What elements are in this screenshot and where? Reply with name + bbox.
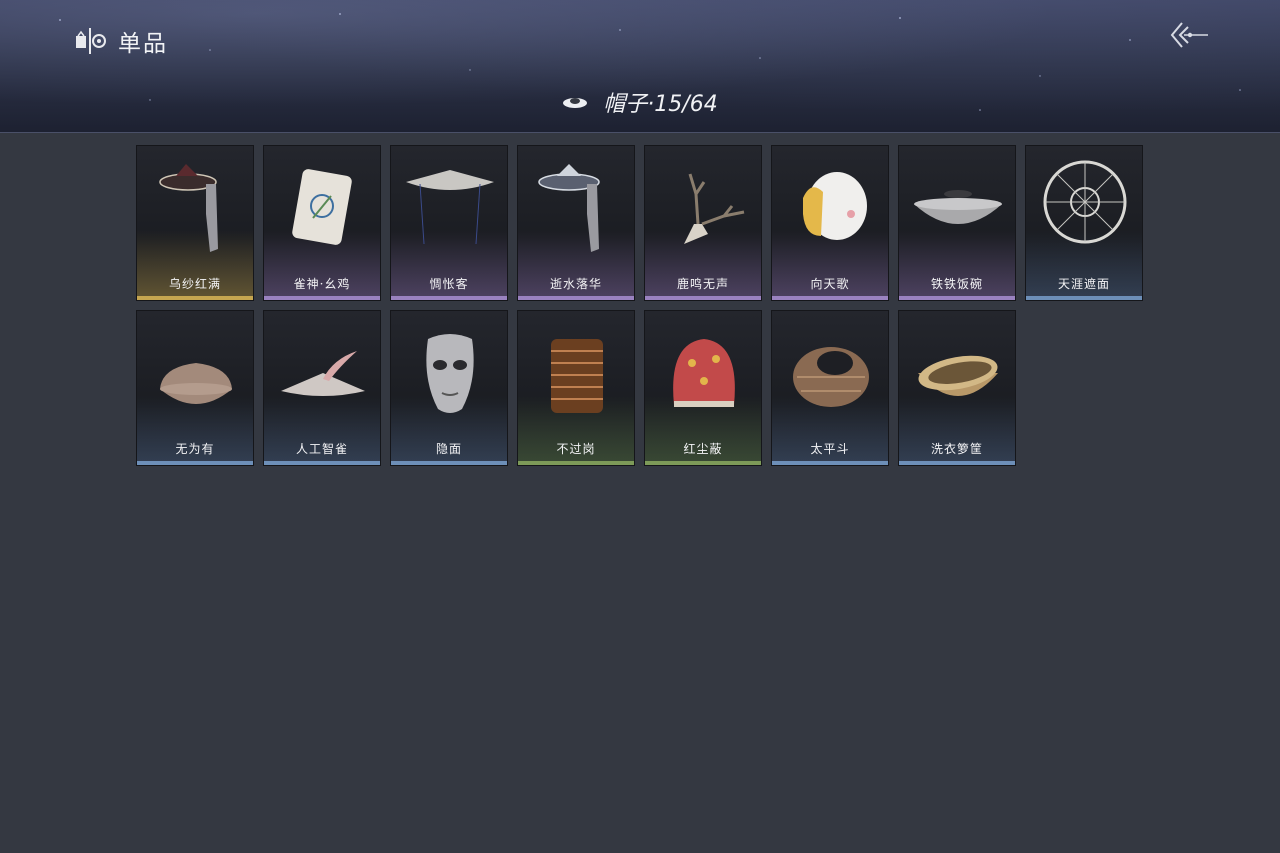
item-name: 逝水落华 xyxy=(549,277,602,291)
page-title: 单品 xyxy=(118,31,168,57)
back-arrow-icon[interactable] xyxy=(1166,18,1210,52)
wire-frame-hat-icon xyxy=(1043,160,1127,244)
item-name: 太平斗 xyxy=(810,442,850,456)
rarity-bar xyxy=(772,461,888,465)
rarity-bar xyxy=(518,296,634,300)
outfit-icon xyxy=(76,28,106,54)
mahjong-tile-icon xyxy=(292,169,352,245)
veiled-hat-icon xyxy=(159,164,218,252)
item-name: 红尘蔽 xyxy=(683,442,723,456)
hat-icon xyxy=(563,98,588,108)
item-card[interactable]: 雀神·幺鸡 xyxy=(263,145,381,301)
item-card[interactable]: 乌纱红满 xyxy=(136,145,254,301)
title-group: 单品 xyxy=(74,24,168,58)
item-name: 不过岗 xyxy=(556,442,596,456)
rarity-bar xyxy=(899,296,1015,300)
bamboo-hat-icon xyxy=(406,170,494,245)
clay-bowl-icon xyxy=(160,363,232,404)
item-card[interactable]: 洗衣箩筐 xyxy=(898,310,1016,466)
deer-skull-icon xyxy=(684,173,745,244)
item-name: 向天歌 xyxy=(810,277,850,291)
rarity-bar xyxy=(137,296,253,300)
header-banner: 单品 帽子·15/64 xyxy=(0,0,1280,133)
item-card[interactable]: 逝水落华 xyxy=(517,145,635,301)
rarity-bar xyxy=(1026,296,1142,300)
rarity-bar xyxy=(264,461,380,465)
category-header: 帽子·15/64 xyxy=(0,86,1280,118)
rarity-bar xyxy=(137,461,253,465)
item-name: 无为有 xyxy=(175,442,215,456)
item-name: 隐面 xyxy=(435,442,462,456)
item-card[interactable]: 人工智雀 xyxy=(263,310,381,466)
item-card[interactable]: 红尘蔽 xyxy=(644,310,762,466)
item-name: 人工智雀 xyxy=(295,442,348,456)
rarity-bar xyxy=(645,296,761,300)
item-name: 乌纱红满 xyxy=(168,277,221,291)
item-name: 鹿鸣无声 xyxy=(676,277,729,291)
iron-bowl-icon xyxy=(914,190,1002,224)
item-card[interactable]: 太平斗 xyxy=(771,310,889,466)
item-card[interactable]: 铁铁饭碗 xyxy=(898,145,1016,301)
item-card[interactable]: 天涯遮面 xyxy=(1025,145,1143,301)
woven-basket-hat-icon xyxy=(793,347,869,407)
silver-mask-icon xyxy=(426,334,474,413)
item-name: 雀神·幺鸡 xyxy=(293,277,351,291)
laundry-basket-icon xyxy=(918,355,998,396)
veiled-hat-icon xyxy=(538,164,600,252)
feather-hat-icon xyxy=(281,351,365,396)
rarity-bar xyxy=(391,461,507,465)
red-hood-icon xyxy=(673,339,735,407)
item-card[interactable]: 惆怅客 xyxy=(390,145,508,301)
item-card[interactable]: 隐面 xyxy=(390,310,508,466)
item-card[interactable]: 鹿鸣无声 xyxy=(644,145,762,301)
rarity-bar xyxy=(899,461,1015,465)
rarity-bar xyxy=(518,461,634,465)
item-card[interactable]: 向天歌 xyxy=(771,145,889,301)
rarity-bar xyxy=(772,296,888,300)
item-grid: 乌纱红满 雀神·幺鸡 惆怅客 逝水落华 鹿鸣无声 向天歌 铁铁饭碗 天涯遮面 无… xyxy=(136,145,1143,466)
rarity-bar xyxy=(391,296,507,300)
stacked-bowls-icon xyxy=(551,339,603,413)
rarity-bar xyxy=(264,296,380,300)
item-name: 铁铁饭碗 xyxy=(930,277,983,291)
category-label: 帽子·15/64 xyxy=(603,92,718,117)
item-name: 惆怅客 xyxy=(429,277,469,291)
item-name: 天涯遮面 xyxy=(1057,277,1110,291)
item-card[interactable]: 不过岗 xyxy=(517,310,635,466)
item-name: 洗衣箩筐 xyxy=(930,442,983,456)
item-card[interactable]: 无为有 xyxy=(136,310,254,466)
goose-hood-icon xyxy=(803,172,867,240)
rarity-bar xyxy=(645,461,761,465)
